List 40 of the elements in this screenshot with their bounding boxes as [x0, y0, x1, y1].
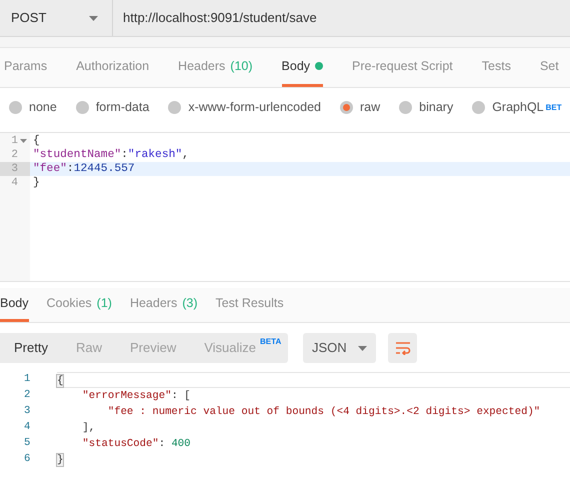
line-number: 3	[11, 162, 18, 177]
radio-option[interactable]: raw	[340, 98, 380, 116]
beta-label: BET	[546, 102, 562, 114]
radio-option[interactable]: form-data	[76, 98, 150, 116]
code-line: "errorMessage": [	[81, 389, 192, 404]
caret-icon	[89, 16, 98, 20]
wrap-lines-icon	[394, 341, 410, 355]
line-number: 2	[11, 148, 18, 163]
radio-option[interactable]: x-www-form-urlencoded	[168, 98, 321, 116]
view-mode-tab[interactable]: Pretty	[14, 333, 48, 363]
code-line: }	[32, 176, 41, 190]
method-dropdown[interactable]: POST	[0, 0, 113, 36]
code-line: "fee : numeric value out of bounds (<4 digits>.<2 digits> expected)"	[106, 405, 542, 420]
line-number: 6	[23, 452, 32, 468]
tab[interactable]: Body	[282, 48, 324, 87]
code-line: {	[57, 372, 570, 388]
line-number: 5	[23, 436, 32, 452]
format-dropdown[interactable]: JSON	[303, 333, 376, 363]
url-field[interactable]: http://localhost:9091/student/save	[113, 0, 570, 36]
method-label: POST	[11, 9, 46, 28]
url-text: http://localhost:9091/student/save	[123, 9, 317, 28]
code-line: ],	[81, 421, 96, 436]
line-number: 3	[23, 404, 32, 420]
radio-option[interactable]: binary	[399, 98, 454, 116]
format-label: JSON	[312, 339, 347, 358]
code-line: {	[32, 134, 41, 148]
code-line: "studentName":"rakesh",	[32, 148, 190, 162]
line-number: 1	[23, 372, 32, 388]
code-line: "statusCode": 400	[81, 437, 192, 452]
radio-option[interactable]: GraphQL BET	[472, 98, 562, 116]
line-number: 4	[23, 420, 32, 436]
line-number: 2	[23, 388, 32, 404]
radio-option[interactable]: none	[9, 98, 57, 116]
fold-icon[interactable]	[20, 139, 27, 143]
caret-icon	[358, 346, 367, 350]
line-number: 4	[11, 176, 18, 191]
line-number: 1	[11, 134, 18, 149]
wrap-lines-button[interactable]	[388, 333, 417, 363]
tab[interactable]: Body	[0, 288, 28, 322]
view-mode-tab[interactable]: Visualize BETA	[204, 333, 282, 363]
